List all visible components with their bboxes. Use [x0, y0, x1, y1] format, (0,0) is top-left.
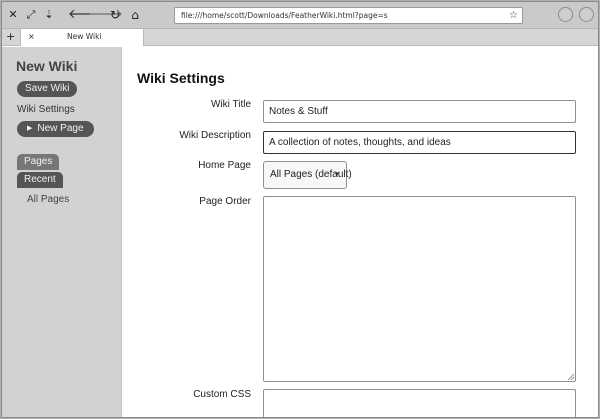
wiki-title-label: Wiki Title [211, 99, 251, 110]
new-tab-icon[interactable]: + [6, 29, 15, 45]
wiki-settings-link[interactable]: Wiki Settings [17, 104, 75, 115]
save-wiki-button[interactable]: Save Wiki [17, 81, 78, 97]
reload-icon[interactable]: ↻ [108, 7, 122, 23]
main-content: Wiki Settings Wiki Title Notes & Stuff W… [123, 47, 598, 417]
home-icon[interactable]: ⌂ [128, 7, 142, 23]
sidebar-item-all-pages[interactable]: All Pages [27, 194, 69, 205]
tab-close-icon[interactable]: × [28, 29, 35, 45]
page-title: Wiki Settings [137, 70, 225, 86]
account-icon[interactable] [579, 7, 594, 22]
wiki-description-input[interactable]: A collection of notes, thoughts, and ide… [263, 131, 576, 154]
wiki-name[interactable]: New Wiki [16, 58, 77, 74]
tab-new-wiki[interactable]: × New Wiki [20, 29, 144, 46]
page-order-label: Page Order [199, 196, 251, 207]
sidebar: New Wiki Save Wiki Wiki Settings ▶ New Pa… [2, 47, 122, 417]
custom-css-label: Custom CSS [193, 389, 251, 400]
new-page-button[interactable]: ▶ New Page [17, 121, 94, 137]
chevron-down-icon: ▼ [334, 172, 340, 178]
home-page-select[interactable]: All Pages (default) ▼ [263, 161, 352, 189]
url-text: file:///home/scott/Downloads/FeatherWiki… [181, 11, 388, 20]
address-bar[interactable]: file:///home/scott/Downloads/FeatherWiki… [174, 7, 523, 24]
tab-title: New Wiki [67, 32, 102, 41]
home-page-label: Home Page [198, 160, 251, 171]
expand-icon[interactable]: ⤢ [24, 7, 38, 23]
play-icon: ▶ [27, 125, 33, 132]
wiki-description-label: Wiki Description [179, 130, 251, 141]
browser-toolbar: ✕ ⤢ ⇣ 🡐 🡒 ↻ ⌂ file:///home/scott/Downloa… [2, 2, 598, 29]
browser-window: ✕ ⤢ ⇣ 🡐 🡒 ↻ ⌂ file:///home/scott/Downloa… [1, 1, 599, 418]
page-order-textarea[interactable] [263, 196, 576, 382]
sidebar-tab-recent[interactable]: Recent [17, 172, 63, 188]
new-page-label: New Page [37, 123, 84, 134]
tab-strip: + × New Wiki [2, 29, 598, 46]
back-icon[interactable]: 🡐 [68, 7, 103, 23]
resize-handle-icon[interactable] [568, 374, 574, 380]
extension-icon[interactable] [558, 7, 573, 22]
sidebar-tab-pages[interactable]: Pages [17, 154, 60, 170]
forward-icon[interactable]: 🡒 [88, 7, 123, 23]
custom-css-textarea[interactable] [263, 389, 576, 417]
download-icon[interactable]: ⇣ [42, 7, 56, 23]
close-window-icon[interactable]: ✕ [6, 7, 20, 23]
wiki-title-input[interactable]: Notes & Stuff [263, 100, 576, 123]
bookmark-star-icon[interactable]: ☆ [509, 8, 518, 23]
